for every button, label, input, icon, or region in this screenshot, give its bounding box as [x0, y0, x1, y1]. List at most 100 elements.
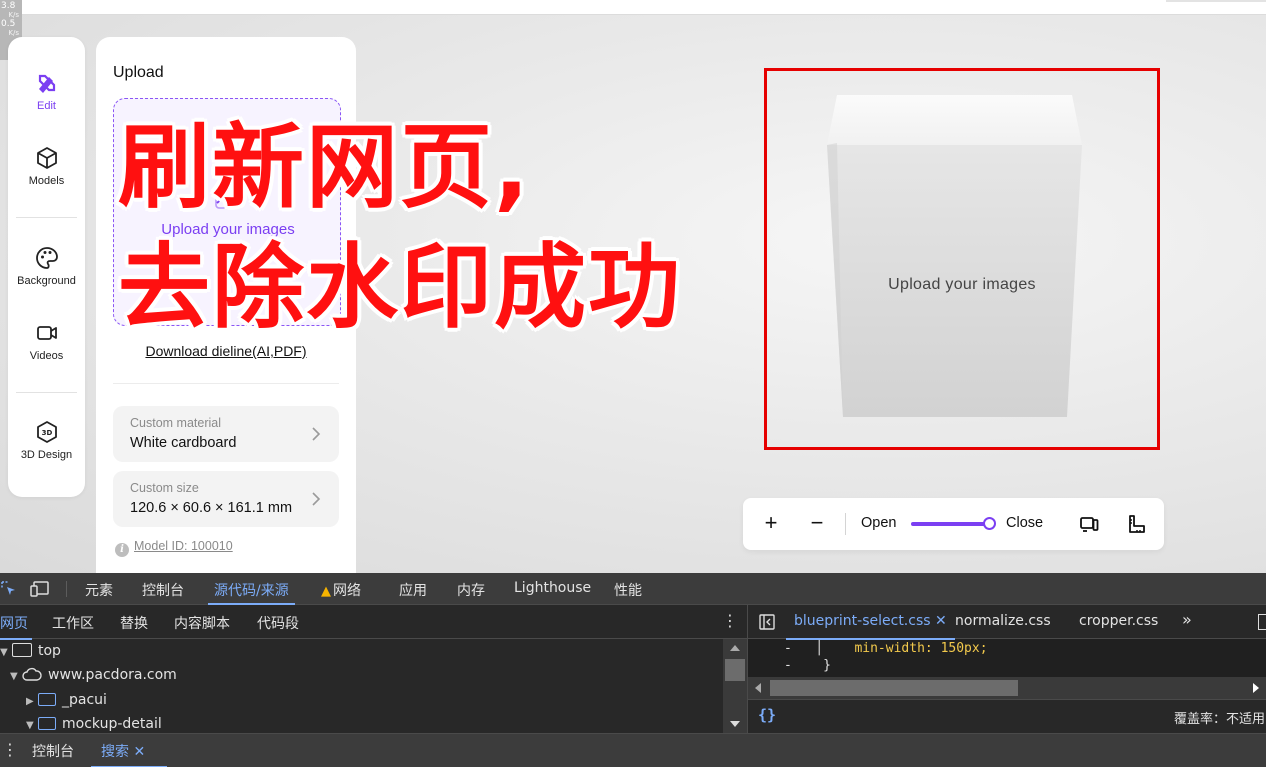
diff-marker: - [784, 658, 792, 673]
code-line: - │ min-width: 150px; [784, 641, 988, 656]
expand-right-icon: ▶ [26, 696, 34, 707]
tab-network[interactable]: ▲ 网络 [321, 580, 361, 600]
toolbar-divider [66, 581, 67, 597]
file-tree: ▼ top ▼ www.pacdora.com ▶ _pacui ▼ mockup-de… [0, 639, 723, 733]
frame-icon [12, 643, 32, 657]
more-tabs-icon[interactable]: » [1182, 610, 1192, 629]
box-mockup-3d [827, 95, 1082, 417]
subtab-page[interactable]: 网页 [0, 613, 32, 640]
css-property: min-width [854, 641, 925, 656]
model-id: i Model ID: 100010 [115, 539, 233, 557]
tree-row[interactable]: ▼ www.pacdora.com [10, 667, 177, 691]
svg-text:3D: 3D [41, 429, 52, 437]
browser-top-strip [0, 0, 1266, 15]
device-toolbar-icon[interactable] [30, 581, 50, 597]
tree-row[interactable]: ▶ _pacui [26, 692, 107, 716]
editor-tab-blueprint-select[interactable]: blueprint-select.css ✕ [786, 613, 955, 640]
drawer-tab-search[interactable]: 搜索 ✕ [90, 741, 168, 767]
inspect-element-icon[interactable] [1, 581, 17, 597]
open-close-slider-thumb[interactable] [983, 517, 996, 530]
tab-memory[interactable]: 内存 [457, 580, 485, 600]
rail-label-background: Background [17, 275, 76, 287]
warning-icon: ▲ [321, 584, 331, 599]
tool-rail: Edit Models Background Videos 3D 3D Desi… [8, 37, 85, 497]
rail-divider [16, 217, 77, 218]
preview-upload-text[interactable]: Upload your images [767, 276, 1157, 294]
tab-sources[interactable]: 源代码/来源 [208, 580, 295, 605]
rail-item-videos[interactable]: Videos [8, 321, 85, 362]
expand-down-icon: ▼ [26, 720, 34, 731]
editor-tab-cropper[interactable]: cropper.css [1079, 613, 1158, 629]
rail-divider [16, 392, 77, 393]
cloud-icon [22, 667, 42, 681]
toggle-navigator-icon[interactable] [759, 614, 775, 630]
drawer-menu-icon[interactable]: ⋮ [2, 740, 18, 759]
tab-application[interactable]: 应用 [399, 580, 427, 600]
diff-marker: - [784, 641, 792, 656]
scroll-right-arrow-icon[interactable] [1253, 683, 1259, 693]
toggle-sidebar-icon[interactable] [1258, 614, 1266, 630]
code-text: } [823, 658, 831, 673]
scroll-down-arrow-icon[interactable] [730, 721, 740, 727]
dropzone-text: Upload your images [161, 221, 295, 238]
drawer-tab-label: 搜索 [101, 744, 129, 760]
editor-tab-normalize[interactable]: normalize.css [955, 613, 1051, 629]
model-id-link[interactable]: Model ID: 100010 [134, 539, 233, 553]
source-editor-pane: blueprint-select.css ✕ normalize.css cro… [747, 605, 1266, 733]
pretty-print-button[interactable]: {} [758, 706, 776, 724]
subtab-workspace[interactable]: 工作区 [52, 613, 94, 633]
custom-size-card[interactable]: Custom size 120.6 × 60.6 × 161.1 mm [113, 471, 339, 527]
devtools-main-tabs: 元素 控制台 源代码/来源 ▲ 网络 应用 内存 Lighthouse 性能 [0, 573, 1266, 605]
panel-divider [113, 383, 339, 384]
drawer-tab-console[interactable]: 控制台 [32, 741, 74, 761]
tree-row[interactable]: ▼ top [0, 643, 61, 667]
material-value: White cardboard [130, 435, 237, 451]
code-view[interactable]: - │ min-width: 150px; - } [748, 639, 1266, 675]
code-line: - } [784, 658, 831, 674]
dimension-ruler-icon[interactable] [1125, 513, 1147, 535]
tab-performance[interactable]: 性能 [614, 580, 642, 600]
preview-highlight-frame: Upload your images [764, 68, 1160, 450]
panel-title: Upload [113, 64, 164, 81]
rail-label-3d-design: 3D Design [20, 449, 73, 461]
subtab-snippets[interactable]: 代码段 [257, 613, 299, 633]
rail-item-edit[interactable]: Edit [8, 71, 85, 112]
screen-rotate-icon[interactable] [1078, 513, 1100, 535]
scrollbar-thumb[interactable] [725, 659, 745, 681]
devtools-drawer-tabs: ⋮ 控制台 搜索 ✕ [0, 733, 1266, 767]
chevron-right-icon [312, 492, 321, 506]
rail-item-models[interactable]: Models [8, 146, 85, 187]
editor-horizontal-scrollbar[interactable] [748, 677, 1266, 699]
custom-material-card[interactable]: Custom material White cardboard [113, 406, 339, 462]
zoom-in-button[interactable]: + [758, 511, 784, 537]
zoom-out-button[interactable]: − [804, 511, 830, 537]
devtools-panel: 元素 控制台 源代码/来源 ▲ 网络 应用 内存 Lighthouse 性能 网页… [0, 573, 1266, 767]
close-tab-icon[interactable]: ✕ [935, 613, 947, 629]
cube-icon [36, 147, 57, 169]
open-close-slider-track[interactable] [911, 522, 989, 526]
tab-lighthouse[interactable]: Lighthouse [514, 580, 591, 596]
tree-row[interactable]: ▼ mockup-detail [26, 716, 162, 733]
scroll-left-arrow-icon[interactable] [755, 683, 761, 693]
rail-item-3d-design[interactable]: 3D 3D Design [8, 420, 85, 461]
close-tab-icon[interactable]: ✕ [133, 744, 145, 760]
video-camera-icon [36, 326, 57, 340]
scroll-up-arrow-icon[interactable] [730, 645, 740, 651]
scrollbar-thumb[interactable] [770, 680, 1018, 696]
tree-scrollbar[interactable] [723, 639, 747, 733]
download-dieline-link[interactable]: Download dieline(AI,PDF) [96, 343, 356, 359]
folder-icon [38, 693, 56, 706]
tab-elements[interactable]: 元素 [85, 580, 113, 600]
rail-label-videos: Videos [29, 350, 64, 362]
tab-console[interactable]: 控制台 [142, 580, 184, 600]
subtab-overrides[interactable]: 替换 [120, 613, 148, 633]
size-value: 120.6 × 60.6 × 161.1 mm [130, 500, 293, 516]
tree-label: top [38, 643, 61, 659]
control-divider [845, 513, 846, 535]
image-dropzone[interactable]: Upload your images [113, 98, 341, 326]
subtab-content-scripts[interactable]: 内容脚本 [174, 613, 230, 633]
close-label: Close [1006, 515, 1044, 531]
net-upload-unit: K/s [8, 11, 19, 19]
more-options-icon[interactable]: ⋮ [722, 611, 738, 630]
rail-item-background[interactable]: Background [8, 246, 85, 287]
